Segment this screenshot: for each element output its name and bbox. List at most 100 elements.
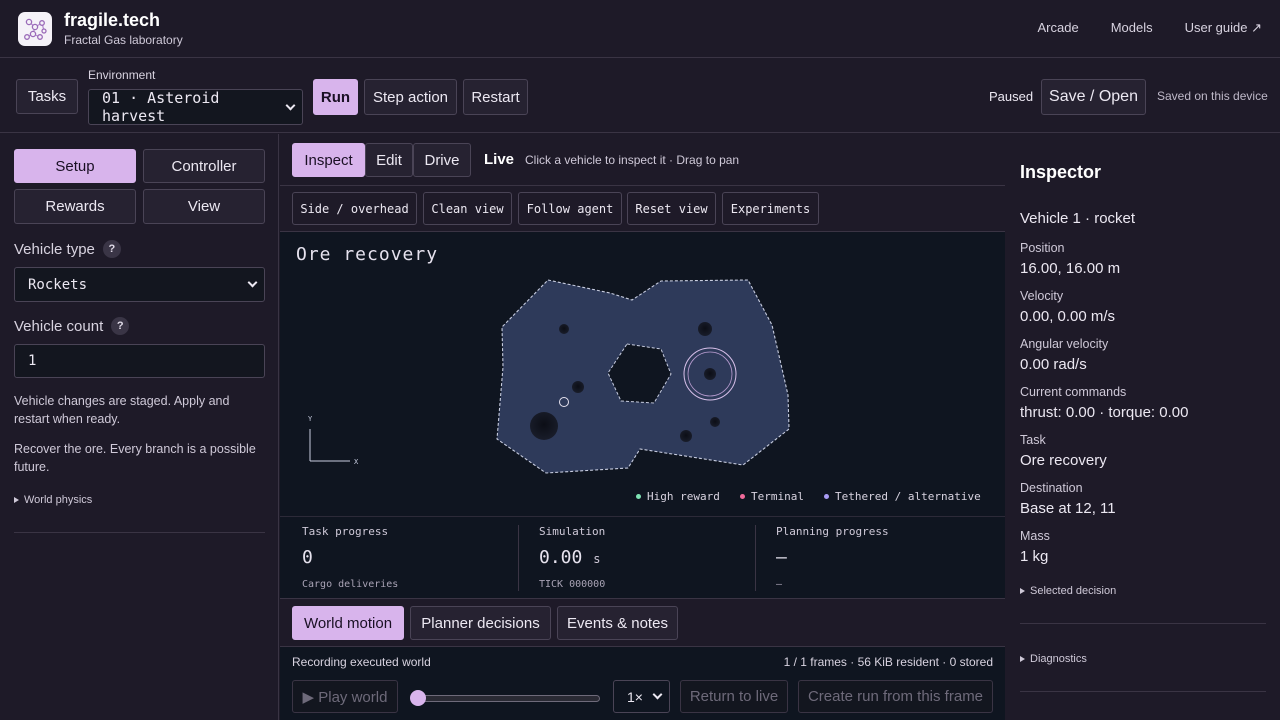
- recording-info: 1 / 1 frames · 56 KiB resident · 0 store…: [783, 655, 993, 669]
- chevron-down-icon: [652, 689, 663, 700]
- inspected-vehicle: Vehicle 1 · rocket: [1020, 210, 1136, 227]
- vehicle-count-label: Vehicle count ?: [14, 317, 130, 335]
- brand-name[interactable]: fragile.tech: [64, 10, 160, 31]
- nav-arcade[interactable]: Arcade: [1038, 20, 1079, 36]
- diagnostics-toggle[interactable]: Diagnostics: [1020, 653, 1087, 665]
- divider: [518, 525, 519, 591]
- top-nav: Arcade Models User guide ↗: [1038, 20, 1263, 36]
- staged-note: Vehicle changes are staged. Apply and re…: [14, 394, 230, 426]
- tab-setup[interactable]: Setup: [14, 149, 136, 183]
- stat-number: 0.00: [539, 547, 583, 568]
- tab-planner-decisions[interactable]: Planner decisions: [410, 606, 551, 640]
- vehicle-type-label-text: Vehicle type: [14, 240, 95, 258]
- save-open-button[interactable]: Save / Open: [1041, 79, 1146, 115]
- environment-value: 01 · Asteroid harvest: [102, 89, 220, 125]
- caret-right-icon: [14, 497, 19, 503]
- timeline-slider[interactable]: [418, 695, 600, 702]
- nav-models[interactable]: Models: [1111, 20, 1153, 36]
- axis-x-label: X: [354, 458, 359, 466]
- divider: [755, 525, 756, 591]
- tab-view[interactable]: View: [143, 189, 265, 224]
- selected-decision-label: Selected decision: [1030, 585, 1117, 597]
- brand-subtitle: Fractal Gas laboratory: [64, 33, 183, 47]
- stat-task-progress: Task progress 0 Cargo deliveries: [302, 517, 502, 600]
- tasks-button[interactable]: Tasks: [16, 79, 78, 114]
- angular-velocity-label: Angular velocity: [1020, 337, 1109, 351]
- live-indicator: Live: [484, 151, 515, 168]
- environment-select[interactable]: 01 · Asteroid harvest: [88, 89, 303, 125]
- nav-user-guide[interactable]: User guide ↗: [1185, 20, 1262, 36]
- tab-world-motion[interactable]: World motion: [292, 606, 404, 640]
- environment-label: Environment: [88, 68, 156, 82]
- tab-controller[interactable]: Controller: [143, 149, 265, 183]
- velocity-value: 0.00, 0.00 m/s: [1020, 308, 1116, 325]
- world-canvas[interactable]: Ore recovery Y X High reward Terminal Te…: [280, 233, 1005, 516]
- legend-terminal: Terminal: [740, 490, 804, 503]
- top-header: fragile.tech Fractal Gas laboratory Arca…: [0, 0, 1280, 58]
- experiments-button[interactable]: Experiments: [722, 192, 819, 225]
- left-sidebar: Setup Controller Rewards View Vehicle ty…: [0, 134, 279, 720]
- stat-sub: TICK 000000: [539, 579, 606, 590]
- caret-right-icon: [1020, 588, 1025, 594]
- step-action-button[interactable]: Step action: [364, 79, 457, 115]
- stat-value: 0: [302, 547, 313, 568]
- stats-bar: Task progress 0 Cargo deliveries Simulat…: [280, 516, 1005, 599]
- run-button[interactable]: Run: [313, 79, 358, 115]
- side-overhead-button[interactable]: Side / overhead: [292, 192, 417, 225]
- divider: [1020, 623, 1266, 624]
- fragile-logo-icon[interactable]: [18, 12, 52, 46]
- diagnostics-label: Diagnostics: [1030, 653, 1087, 665]
- task-description: Recover the ore. Every branch is a possi…: [14, 442, 256, 474]
- stat-title: Task progress: [302, 525, 389, 538]
- task-label: Task: [1020, 433, 1046, 447]
- legend-high-reward-label: High reward: [647, 490, 720, 503]
- create-run-button[interactable]: Create run from this frame: [798, 680, 993, 713]
- vehicle-type-label: Vehicle type ?: [14, 240, 121, 258]
- mode-inspect[interactable]: Inspect: [292, 143, 365, 177]
- stat-title: Simulation: [539, 525, 606, 538]
- legend-tethered: Tethered / alternative: [824, 490, 981, 503]
- vehicle-type-select[interactable]: Rockets: [14, 267, 265, 302]
- legend-tethered-label: Tethered / alternative: [835, 490, 981, 503]
- world-physics-label: World physics: [24, 494, 93, 506]
- restart-button[interactable]: Restart: [463, 79, 528, 115]
- divider: [1020, 691, 1266, 692]
- reset-view-button[interactable]: Reset view: [627, 192, 716, 225]
- divider: [14, 532, 265, 533]
- follow-agent-button[interactable]: Follow agent: [518, 192, 622, 225]
- mode-hint: Click a vehicle to inspect it · Drag to …: [525, 153, 740, 167]
- mode-bar: Inspect Edit Drive Live Click a vehicle …: [280, 134, 1005, 186]
- selected-decision-toggle[interactable]: Selected decision: [1020, 585, 1116, 597]
- legend-high-reward: High reward: [636, 490, 720, 503]
- mass-value: 1 kg: [1020, 548, 1049, 565]
- high-reward-dot-icon: [636, 494, 641, 499]
- replay-controls: Recording executed world 1 / 1 frames · …: [280, 647, 1005, 720]
- chevron-down-icon: [247, 277, 258, 288]
- tab-rewards[interactable]: Rewards: [14, 189, 136, 224]
- world-physics-toggle[interactable]: World physics: [14, 494, 92, 506]
- help-icon[interactable]: ?: [111, 317, 130, 335]
- stat-unit: s: [593, 552, 601, 566]
- timeline-slider-thumb[interactable]: [410, 690, 426, 706]
- stat-sub: Cargo deliveries: [302, 579, 399, 590]
- clean-view-button[interactable]: Clean view: [423, 192, 512, 225]
- tab-events-notes[interactable]: Events & notes: [557, 606, 678, 640]
- speed-value: 1×: [627, 688, 643, 705]
- help-icon[interactable]: ?: [102, 240, 121, 258]
- angular-velocity-value: 0.00 rad/s: [1020, 356, 1087, 373]
- position-value: 16.00, 16.00 m: [1020, 260, 1121, 277]
- vehicle-type-value: Rockets: [28, 276, 88, 293]
- speed-select[interactable]: 1×: [613, 680, 670, 713]
- mode-edit[interactable]: Edit: [365, 143, 413, 177]
- inspector-title: Inspector: [1020, 162, 1102, 182]
- vehicle-count-input[interactable]: 1: [14, 344, 265, 378]
- return-to-live-button[interactable]: Return to live: [680, 680, 788, 713]
- axis-y-label: Y: [308, 415, 313, 423]
- axis-gizmo: [309, 429, 350, 462]
- saved-note: Saved on this device: [1157, 89, 1268, 103]
- run-status: Paused: [989, 89, 1034, 104]
- play-world-button[interactable]: ▶ Play world: [292, 680, 398, 713]
- mode-drive[interactable]: Drive: [413, 143, 471, 177]
- destination-label: Destination: [1020, 481, 1083, 495]
- stat-simulation: Simulation 0.00 s TICK 000000: [539, 517, 739, 600]
